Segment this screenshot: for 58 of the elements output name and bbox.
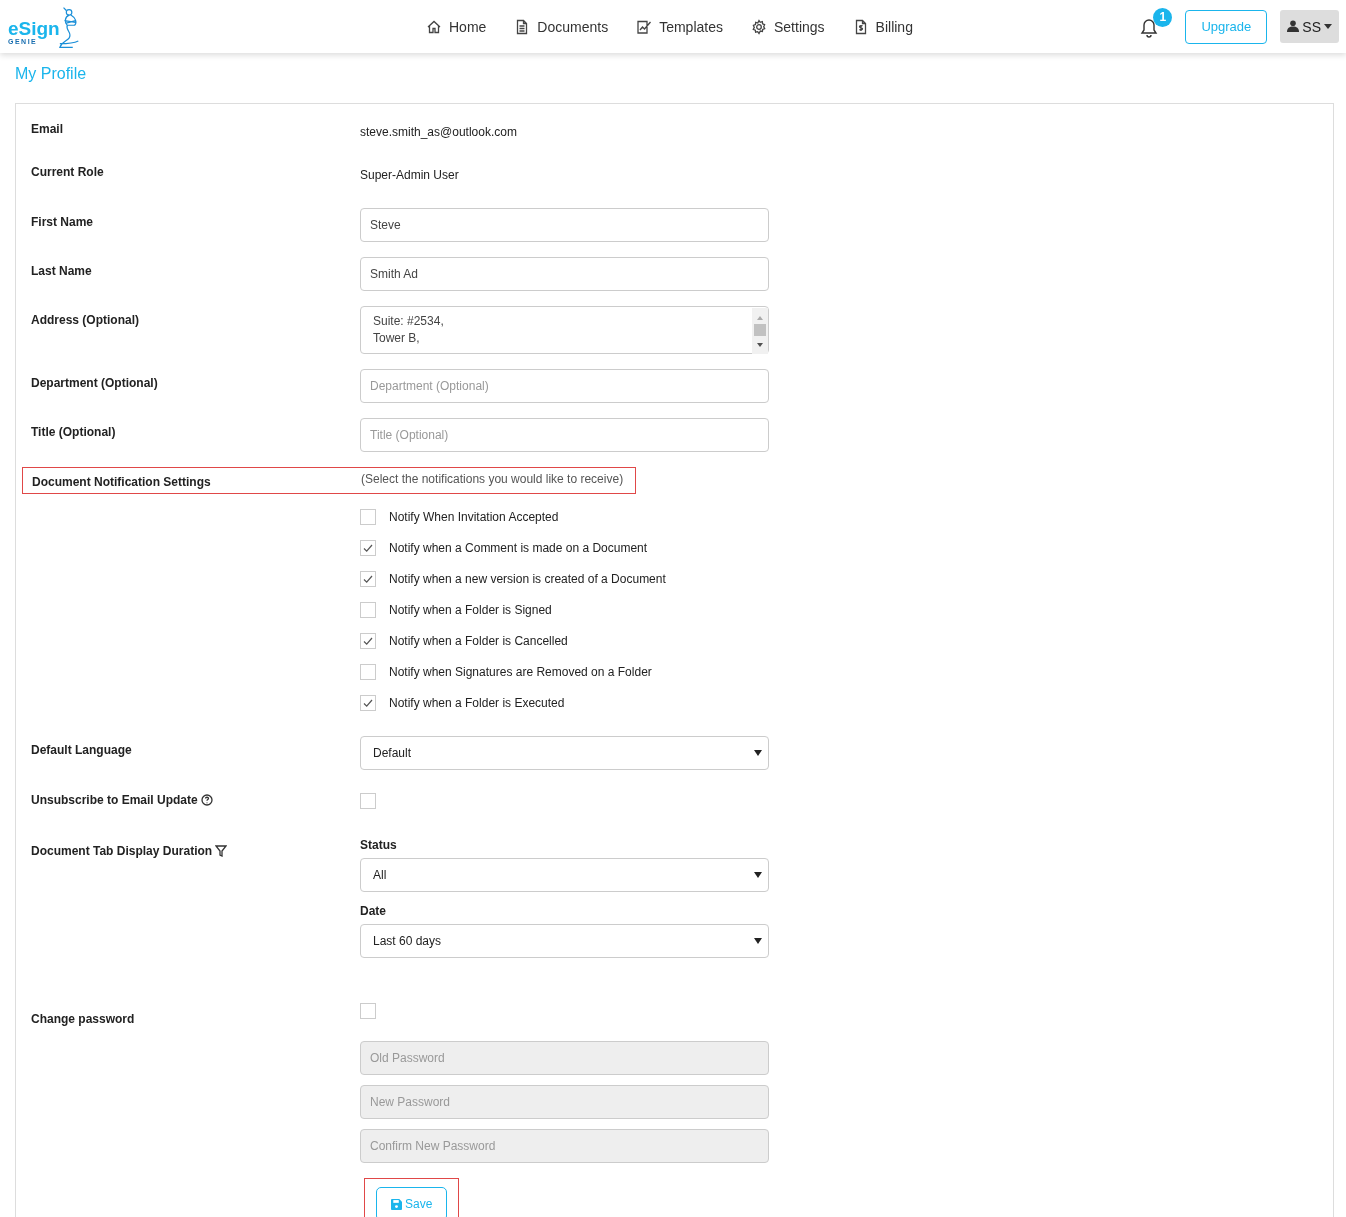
checkbox-label[interactable]: Notify when a new version is created of a Document <box>389 572 666 586</box>
nav-link[interactable]: Settings <box>751 18 825 35</box>
nav-link[interactable]: Documents <box>514 18 609 35</box>
filter-icon <box>215 845 228 857</box>
checkbox-label[interactable]: Notify when a Folder is Signed <box>389 603 552 617</box>
user-icon <box>1287 18 1300 35</box>
address-textarea[interactable]: Suite: #2534, Tower B, <box>360 306 769 354</box>
checkbox[interactable] <box>360 633 376 649</box>
home-icon <box>426 18 442 35</box>
caret-icon <box>1324 24 1332 29</box>
field-label: Document Tab Display Duration <box>31 844 213 858</box>
dropdown[interactable]: Last 60 days <box>360 924 769 958</box>
checkbox[interactable] <box>360 602 376 618</box>
caret-icon <box>754 750 762 756</box>
dropdown[interactable]: All <box>360 858 769 892</box>
nav-link[interactable]: Templates <box>636 18 723 35</box>
checkbox-label[interactable]: Notify when a Comment is made on a Document <box>389 541 648 555</box>
field-label: First Name <box>31 215 94 229</box>
checkbox-label[interactable]: Notify When Invitation Accepted <box>389 510 559 524</box>
field-label: Address (Optional) <box>31 313 139 327</box>
checkbox[interactable] <box>360 695 376 711</box>
field-label: Department (Optional) <box>31 376 158 390</box>
checkbox[interactable] <box>360 1003 376 1019</box>
dropdown[interactable]: Default <box>360 736 769 770</box>
hint-text: (Select the notifications you would like to receive) <box>361 471 625 486</box>
field-label: Title (Optional) <box>31 425 116 439</box>
help-icon <box>200 794 213 806</box>
checkbox-label[interactable]: Notify when a Folder is Executed <box>389 696 565 710</box>
nav-link[interactable]: Home <box>426 18 487 35</box>
caret-icon <box>754 938 762 944</box>
scrollbar[interactable] <box>752 308 768 354</box>
caret-icon <box>754 872 762 878</box>
checkbox[interactable] <box>360 571 376 587</box>
field-label: Last Name <box>31 264 92 278</box>
checkbox-label[interactable]: Notify when a Folder is Cancelled <box>389 634 568 648</box>
field-label: Current Role <box>31 165 104 179</box>
nav-link[interactable]: Billing <box>852 18 913 35</box>
page-title: My Profile <box>15 65 88 84</box>
field-label: Change password <box>31 1012 135 1026</box>
field-label: Document Notification Settings <box>32 475 211 489</box>
checkbox[interactable] <box>360 793 376 809</box>
field-value: steve.smith_as@outlook.com <box>360 125 517 139</box>
checkbox[interactable] <box>360 540 376 556</box>
input-field[interactable]: Smith Ad <box>360 257 769 291</box>
field-label: Date <box>360 904 387 918</box>
field-value: Super-Admin User <box>360 168 459 182</box>
chart-document-icon <box>636 18 653 35</box>
checkbox[interactable] <box>360 664 376 680</box>
checkbox[interactable] <box>360 509 376 525</box>
input-field[interactable]: Steve <box>360 208 769 242</box>
field-label: Status <box>360 838 398 852</box>
field-label: Email <box>31 122 63 136</box>
notification-badge: 1 <box>1153 7 1173 27</box>
field-label: Unsubscribe to Email Update <box>31 793 198 807</box>
field-label: Default Language <box>31 743 132 757</box>
settings-icon <box>751 18 767 35</box>
checkbox-label[interactable]: Notify when Signatures are Removed on a Folder <box>389 665 652 679</box>
user-menu-button[interactable]: SS <box>1280 10 1339 43</box>
